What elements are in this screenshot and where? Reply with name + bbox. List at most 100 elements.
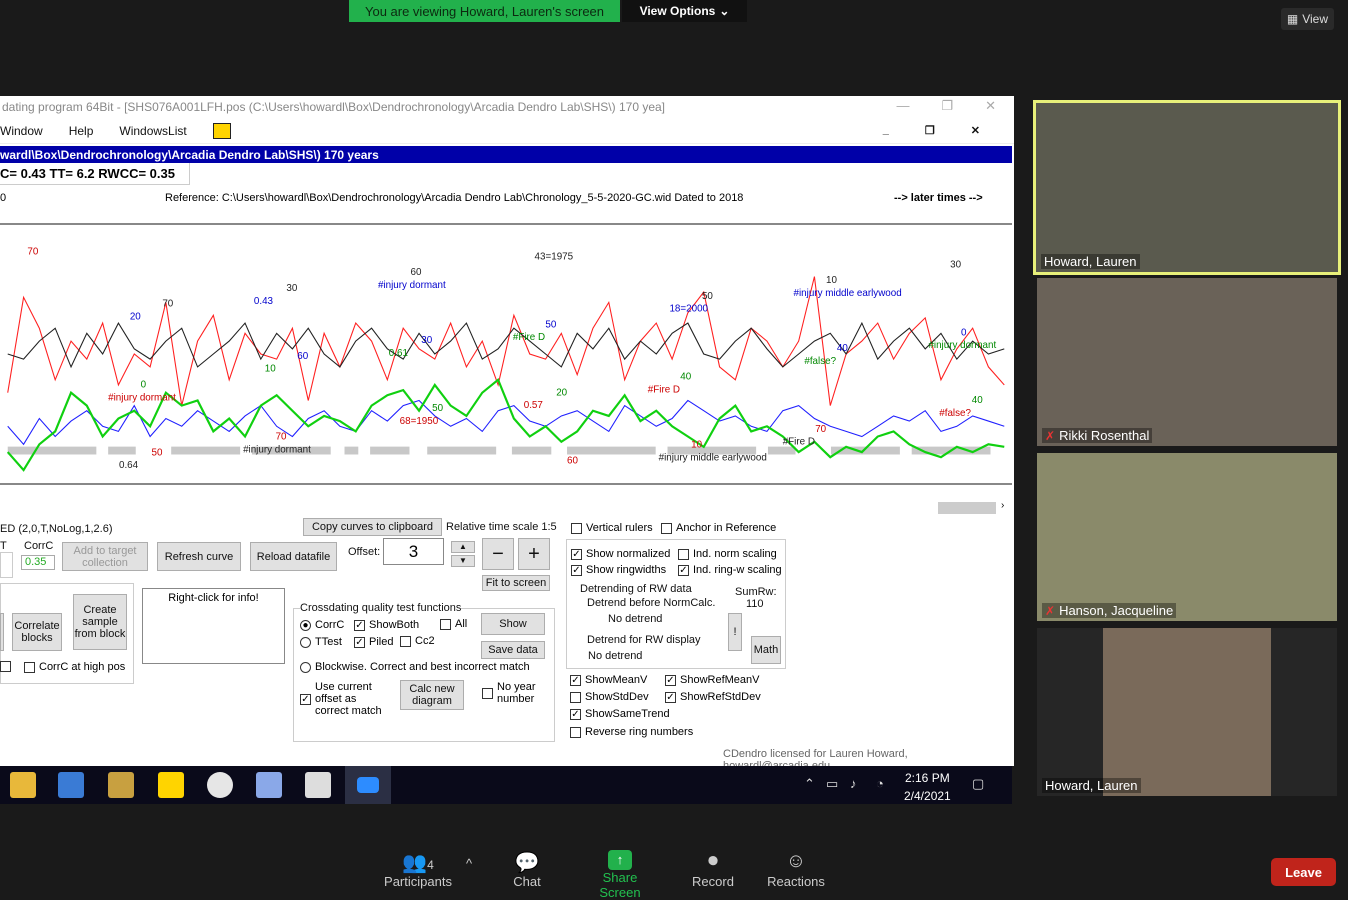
ring-width-chart[interactable]: 70 70 60 50 60 50 40 40 50 30 30 20 10 10 0 0 70 60 50 40 70… <box>0 223 1012 485</box>
ttest-radio[interactable]: TTest <box>300 636 342 648</box>
video-tile-4[interactable]: Howard, Lauren <box>1037 628 1337 796</box>
left-edge-button[interactable] <box>0 613 4 651</box>
zoom-app-icon[interactable] <box>345 766 391 804</box>
chart-label: 50 <box>432 403 443 414</box>
copy-curves-button[interactable]: Copy curves to clipboard <box>303 518 442 536</box>
corrc-high-checkbox[interactable]: CorrC at high pos <box>24 661 125 673</box>
view-options-button[interactable]: View Options ⌄ <box>622 0 747 22</box>
chat-button[interactable]: 💬 Chat <box>510 850 544 889</box>
wifi-icon[interactable]: ◔ <box>876 776 884 791</box>
corrc-label: CorrC <box>24 540 54 552</box>
slack-icon[interactable] <box>207 772 233 798</box>
show-stddev-checkbox[interactable]: ShowStdDev <box>570 691 649 703</box>
windows-taskbar: ⌃ ▭ ♪ ◔ 2:16 PM 2/4/2021 ▢ <box>0 766 1012 804</box>
file-explorer-icon[interactable] <box>10 772 36 798</box>
record-button[interactable]: ⏺ Record <box>690 850 736 889</box>
child-minimize-icon[interactable]: _ <box>883 124 889 137</box>
photos-icon[interactable] <box>305 772 331 798</box>
offset-input[interactable]: 3 <box>383 538 444 565</box>
chart-series-1 <box>7 321 1005 369</box>
video-tile-2[interactable]: ✗ Rikki Rosenthal <box>1037 278 1337 446</box>
child-close-icon[interactable]: ✕ <box>971 124 980 137</box>
scroll-right-icon[interactable]: › <box>1001 500 1004 511</box>
info-box[interactable]: Right-click for info! <box>142 588 285 664</box>
offset-down-button[interactable]: ▼ <box>451 555 475 567</box>
all-checkbox[interactable]: All <box>440 618 467 630</box>
reverse-ring-checkbox[interactable]: Reverse ring numbers <box>570 726 693 738</box>
t-label: T <box>0 540 7 552</box>
no-detrend-2[interactable]: No detrend <box>588 650 642 662</box>
sumrw-label: SumRw: <box>735 586 777 598</box>
store-icon[interactable] <box>58 772 84 798</box>
corrc-radio[interactable]: ● CorrC <box>300 619 344 631</box>
offset-up-button[interactable]: ▲ <box>451 541 475 553</box>
piled-checkbox[interactable]: ✓ Piled <box>354 636 393 648</box>
horizontal-scrollbar[interactable] <box>938 502 996 514</box>
show-meanv-checkbox[interactable]: ✓ ShowMeanV <box>570 674 647 686</box>
relative-scale-label: Relative time scale 1:5 <box>446 521 557 533</box>
minimize-icon[interactable]: — <box>896 98 909 114</box>
notifications-icon[interactable]: ▢ <box>972 776 984 792</box>
use-current-checkbox[interactable]: ✓ Use current offset as correct match <box>300 681 392 717</box>
volume-icon[interactable]: ♪ <box>850 776 857 791</box>
create-sample-button[interactable]: Create sample from block <box>73 594 127 650</box>
blockwise-radio[interactable]: Blockwise. Correct and best incorrect ma… <box>300 661 530 673</box>
math-button[interactable]: Math <box>751 636 781 664</box>
video-tile-1[interactable]: Howard, Lauren <box>1033 100 1341 275</box>
calc-new-button[interactable]: Calc new diagram <box>400 680 464 710</box>
chat-label: Chat <box>513 874 541 889</box>
excl-button[interactable]: ! <box>728 613 742 651</box>
chart-label: 30 <box>950 259 961 270</box>
view-button[interactable]: ▦ View <box>1280 8 1334 30</box>
fit-to-screen-button[interactable]: Fit to screen <box>482 575 550 591</box>
video-tile-3[interactable]: ✗ Hanson, Jacqueline <box>1037 453 1337 621</box>
chart-label: 30 <box>286 283 297 294</box>
chart-label: 0.64 <box>119 460 139 471</box>
window-title: dating program 64Bit - [SHS076A001LFH.po… <box>2 100 666 114</box>
menu-window[interactable]: Window <box>0 124 43 138</box>
leave-button[interactable]: Leave <box>1271 858 1336 886</box>
correlate-blocks-button[interactable]: Correlate blocks <box>12 613 62 651</box>
show-button[interactable]: Show <box>481 613 545 635</box>
zoom-out-icon[interactable]: − <box>482 538 514 570</box>
chart-label: #false? <box>804 356 836 367</box>
participants-button[interactable]: 👥4 Participants <box>384 850 452 889</box>
showboth-checkbox[interactable]: ✓ ShowBoth <box>354 619 419 631</box>
cc2-checkbox[interactable]: Cc2 <box>400 635 435 647</box>
maximize-icon[interactable]: ❐ <box>941 98 953 114</box>
menu-help[interactable]: Help <box>69 124 94 138</box>
vertical-rulers-checkbox[interactable]: Vertical rulers <box>571 522 653 534</box>
no-year-checkbox[interactable]: No year number <box>482 681 542 705</box>
participants-caret-icon[interactable]: ^ <box>466 856 472 871</box>
refresh-curve-button[interactable]: Refresh curve <box>157 542 241 571</box>
menu-windowslist[interactable]: WindowsList <box>119 124 186 138</box>
participant-video-4 <box>1103 628 1271 796</box>
save-data-button[interactable]: Save data <box>481 641 545 659</box>
child-restore-icon[interactable]: ❐ <box>925 124 935 137</box>
anchor-ref-checkbox[interactable]: Anchor in Reference <box>661 522 776 534</box>
show-normalized-checkbox[interactable]: ✓ Show normalized <box>571 548 670 560</box>
add-target-button[interactable]: Add to target collection <box>62 542 148 571</box>
show-ringwidths-checkbox[interactable]: ✓ Show ringwidths <box>571 564 666 576</box>
record-label: Record <box>692 874 734 889</box>
zoom-in-icon[interactable]: + <box>518 538 550 570</box>
tree-ring-app-icon[interactable] <box>108 772 134 798</box>
left-edge-checkbox[interactable] <box>0 661 11 672</box>
tray-chevron-icon[interactable]: ⌃ <box>804 776 815 792</box>
share-screen-button[interactable]: ↑ Share Screen <box>582 850 658 900</box>
close-icon[interactable]: ✕ <box>985 98 996 114</box>
show-sametrend-checkbox[interactable]: ✓ ShowSameTrend <box>570 708 670 720</box>
ind-norm-checkbox[interactable]: Ind. norm scaling <box>678 548 777 560</box>
show-refstddev-checkbox[interactable]: ✓ ShowRefStdDev <box>665 691 761 703</box>
no-detrend-1[interactable]: No detrend <box>608 613 662 625</box>
view-label: View <box>1302 12 1328 26</box>
reload-datafile-button[interactable]: Reload datafile <box>250 542 337 571</box>
battery-icon[interactable]: ▭ <box>826 776 838 792</box>
system-clock[interactable]: 2:16 PM 2/4/2021 <box>904 769 951 805</box>
reactions-button[interactable]: ☺ Reactions <box>766 850 826 889</box>
pen-tool-icon[interactable] <box>256 772 282 798</box>
show-refmeanv-checkbox[interactable]: ✓ ShowRefMeanV <box>665 674 760 686</box>
ind-ringw-checkbox[interactable]: ✓ Ind. ring-w scaling <box>678 564 782 576</box>
cdendro-icon[interactable] <box>158 772 184 798</box>
later-times-link[interactable]: --> later times --> <box>894 192 983 204</box>
